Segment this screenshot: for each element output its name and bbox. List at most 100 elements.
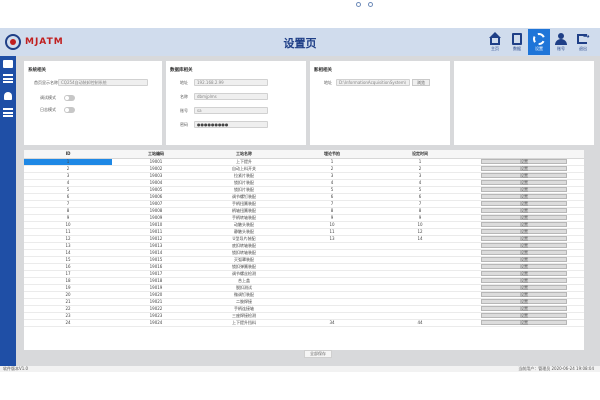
debug-row: 调试模式 xyxy=(40,95,75,101)
table-row[interactable]: 11 19011 静触头装配 11 12 设置 xyxy=(24,228,584,236)
station-table: ID 工站编码 工站名称 埋论节拍 设定时间 1 19001 上下提升 1 1 设置 2 19… xyxy=(24,150,584,358)
table-row[interactable]: 9 19009 手柄转轴装配 9 9 设置 xyxy=(24,214,584,222)
table-body: 1 19001 上下提升 1 1 设置 2 19002 自动上料开关 2 2 设置 3 19003 拉紧片装… xyxy=(24,158,584,327)
time-cell: 9 xyxy=(376,214,464,222)
set-button[interactable]: 设置 xyxy=(481,201,567,206)
set-button[interactable]: 设置 xyxy=(481,320,567,325)
name-cell: 锁扣转轴装配 xyxy=(200,249,288,257)
table-row[interactable]: 16 19016 锁扣弹簧装配 设置 xyxy=(24,263,584,271)
time-cell: 4 xyxy=(376,179,464,187)
window-control-icon[interactable] xyxy=(368,2,373,7)
window-control-icon[interactable] xyxy=(356,2,361,7)
set-button[interactable]: 设置 xyxy=(481,299,567,304)
action-cell: 设置 xyxy=(464,221,584,229)
db-address-input[interactable]: 192.168.2.99 xyxy=(194,79,268,86)
save-all-button[interactable]: 全部保存 xyxy=(304,350,332,358)
list-icon[interactable] xyxy=(3,108,13,117)
table-row[interactable]: 18 19018 合上盖 设置 xyxy=(24,277,584,285)
set-button[interactable]: 设置 xyxy=(481,285,567,290)
table-row[interactable]: 19 19019 脱扣测试 设置 xyxy=(24,284,584,292)
set-button[interactable]: 设置 xyxy=(481,187,567,192)
set-button[interactable]: 设置 xyxy=(481,292,567,297)
time-cell: 6 xyxy=(376,193,464,201)
set-button[interactable]: 设置 xyxy=(481,271,567,276)
nav-home[interactable]: 主页 xyxy=(484,29,506,55)
table-row[interactable]: 17 19017 调节螺丝检测 设置 xyxy=(24,270,584,278)
table-row[interactable]: 15 19015 灭弧罩装配 设置 xyxy=(24,256,584,264)
id-cell: 13 xyxy=(24,242,112,250)
set-button[interactable]: 设置 xyxy=(481,229,567,234)
table-row[interactable]: 22 19022 手柄连接轴 设置 xyxy=(24,305,584,313)
log-toggle[interactable] xyxy=(64,107,75,113)
code-cell: 19004 xyxy=(112,179,200,187)
table-row[interactable]: 3 19003 拉紧片装配 3 3 设置 xyxy=(24,172,584,180)
shadow-address-input[interactable]: D:\InformationAcquisitionSystem\ xyxy=(336,79,410,86)
homepage-name-input[interactable]: CQ254自动装卸控制系统 xyxy=(58,79,148,86)
set-button[interactable]: 设置 xyxy=(481,264,567,269)
action-cell: 设置 xyxy=(464,263,584,271)
set-button[interactable]: 设置 xyxy=(481,180,567,185)
db-password-input[interactable]: ●●●●●●●●● xyxy=(194,121,268,128)
nav-settings[interactable]: 设置 xyxy=(528,29,550,55)
set-button[interactable]: 设置 xyxy=(481,278,567,283)
cycle-cell: 8 xyxy=(288,207,376,215)
status-bar: 软件版本V1.0 当前用户：管理员 2020-06-24 19:08:04 xyxy=(0,366,600,372)
db-account-input[interactable]: sa xyxy=(194,107,268,114)
set-button[interactable]: 设置 xyxy=(481,306,567,311)
table-row[interactable]: 12 19012 U型导片装配 13 14 设置 xyxy=(24,235,584,243)
set-button[interactable]: 设置 xyxy=(481,243,567,248)
set-button[interactable]: 设置 xyxy=(481,313,567,318)
cycle-cell: 4 xyxy=(288,179,376,187)
table-row[interactable]: 21 19021 二胺焊接 设置 xyxy=(24,298,584,306)
name-cell: 拉紧片装配 xyxy=(200,172,288,180)
set-button[interactable]: 设置 xyxy=(481,257,567,262)
set-button[interactable]: 设置 xyxy=(481,159,567,164)
col-action xyxy=(464,150,584,159)
name-cell: 锁扣片装配 xyxy=(200,186,288,194)
nav-data[interactable]: 数据 xyxy=(506,29,528,55)
table-row[interactable]: 10 19010 动触头装配 10 10 设置 xyxy=(24,221,584,229)
alarm-icon[interactable] xyxy=(4,92,12,100)
table-row[interactable]: 20 19020 微调钉装配 设置 xyxy=(24,291,584,299)
table-row[interactable]: 1 19001 上下提升 1 1 设置 xyxy=(24,158,584,166)
db-account-row: 账号 sa xyxy=(180,107,268,114)
table-row[interactable]: 2 19002 自动上料开关 2 2 设置 xyxy=(24,165,584,173)
set-button[interactable]: 设置 xyxy=(481,250,567,255)
table-row[interactable]: 24 19024 上下提升挡料 34 44 设置 xyxy=(24,319,584,327)
debug-toggle[interactable] xyxy=(64,95,75,101)
table-row[interactable]: 6 19006 调节螺钉装配 6 6 设置 xyxy=(24,193,584,201)
id-cell: 17 xyxy=(24,270,112,278)
nav-exit[interactable]: 退出 xyxy=(572,29,594,55)
time-cell: 5 xyxy=(376,186,464,194)
db-password-row: 密码 ●●●●●●●●● xyxy=(180,121,268,128)
set-button[interactable]: 设置 xyxy=(481,166,567,171)
table-row[interactable]: 4 19004 锁扣片装配 4 4 设置 xyxy=(24,179,584,187)
browse-button[interactable]: 浏览 xyxy=(412,79,430,86)
table-row[interactable]: 14 19014 锁扣转轴装配 设置 xyxy=(24,249,584,257)
nav-account[interactable]: 账号 xyxy=(550,29,572,55)
menu-icon[interactable] xyxy=(3,74,13,83)
db-name-input[interactable]: dbmjplms xyxy=(194,93,268,100)
table-row[interactable]: 8 19008 柄轴扭簧装配 8 8 设置 xyxy=(24,207,584,215)
name-cell: 调节螺丝检测 xyxy=(200,270,288,278)
top-nav: 主页 数据 设置 账号 退出 xyxy=(484,29,594,55)
code-cell: 19024 xyxy=(112,319,200,327)
id-cell: 6 xyxy=(24,193,112,201)
monitor-icon[interactable] xyxy=(3,60,13,68)
action-cell: 设置 xyxy=(464,277,584,285)
name-cell: 调节螺钉装配 xyxy=(200,193,288,201)
shadow-panel: 影相相关 地址 D:\InformationAcquisitionSystem\… xyxy=(310,61,450,145)
table-row[interactable]: 7 19007 手柄扭簧装配 7 7 设置 xyxy=(24,200,584,208)
set-button[interactable]: 设置 xyxy=(481,208,567,213)
name-cell: 合上盖 xyxy=(200,277,288,285)
table-row[interactable]: 5 19005 锁扣片装配 5 5 设置 xyxy=(24,186,584,194)
table-row[interactable]: 23 19023 三座焊接检测 设置 xyxy=(24,312,584,320)
set-button[interactable]: 设置 xyxy=(481,222,567,227)
action-cell: 设置 xyxy=(464,165,584,173)
table-row[interactable]: 13 19013 底扣转轴装配 设置 xyxy=(24,242,584,250)
home-icon xyxy=(489,31,501,45)
set-button[interactable]: 设置 xyxy=(481,236,567,241)
set-button[interactable]: 设置 xyxy=(481,194,567,199)
set-button[interactable]: 设置 xyxy=(481,215,567,220)
set-button[interactable]: 设置 xyxy=(481,173,567,178)
